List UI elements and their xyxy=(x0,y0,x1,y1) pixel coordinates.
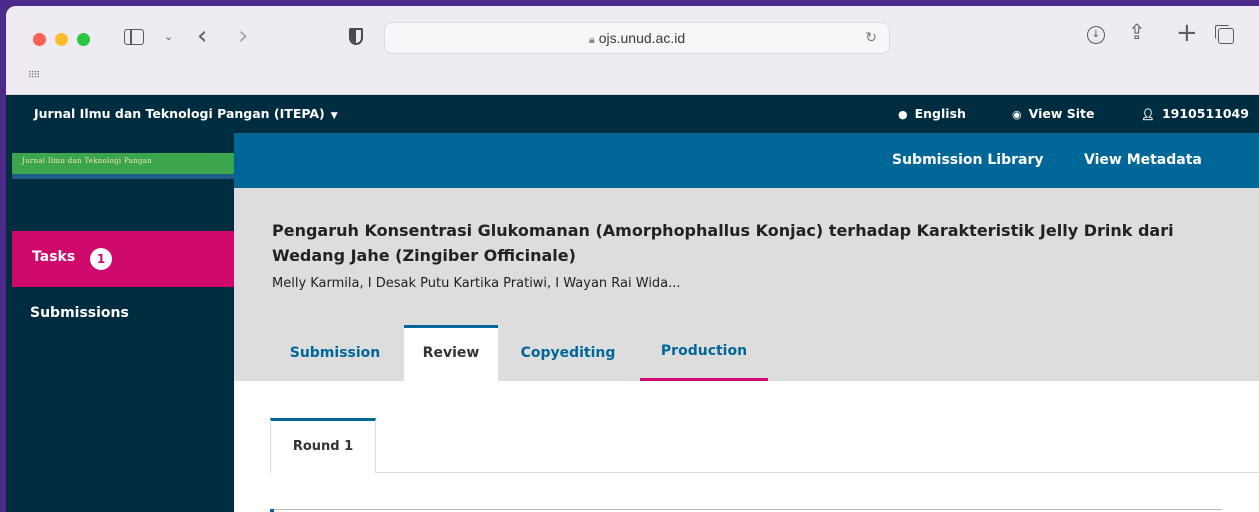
submission-actions-bar: Submission Library View Metadata xyxy=(234,133,1259,188)
round-tabs-divider xyxy=(270,472,1259,473)
minimize-window-button[interactable] xyxy=(55,33,68,46)
user-menu[interactable]: 👤︎ 1910511049 xyxy=(1141,106,1249,121)
submission-authors: Melly Karmila, I Desak Putu Kartika Prat… xyxy=(272,276,681,291)
zoom-window-button[interactable] xyxy=(77,33,90,46)
chevron-down-icon[interactable]: ⌄ xyxy=(164,31,173,42)
caret-down-icon: ▼ xyxy=(330,111,338,121)
tab-production[interactable]: Production xyxy=(640,325,768,381)
tab-submission[interactable]: Submission xyxy=(274,325,396,381)
sidebar-item-tasks[interactable]: Tasks 1 xyxy=(12,231,234,287)
journal-switcher[interactable]: Jurnal Ilmu dan Teknologi Pangan (ITEPA)… xyxy=(34,106,338,121)
reload-icon[interactable]: ↻ xyxy=(865,30,877,46)
lock-icon: 🔒︎ xyxy=(588,34,595,46)
view-metadata-link[interactable]: View Metadata xyxy=(1084,152,1202,168)
browser-toolbar: ⌄ ‹ › 🔒︎ ojs.unud.ac.id ↻ ↓ ⇪ + ⠿⠿ xyxy=(6,6,1259,95)
submission-library-link[interactable]: Submission Library xyxy=(892,152,1044,168)
sidebar-item-label: Tasks xyxy=(32,249,76,265)
journal-logo[interactable]: Jurnal Ilmu dan Teknologi Pangan xyxy=(12,153,234,179)
journal-name: Jurnal Ilmu dan Teknologi Pangan (ITEPA) xyxy=(34,106,325,121)
view-site-link[interactable]: ◉ View Site xyxy=(1012,106,1094,121)
tab-copyediting[interactable]: Copyediting xyxy=(510,325,626,381)
sidebar-item-submissions[interactable]: Submissions xyxy=(30,305,129,321)
username: 1910511049 xyxy=(1161,106,1249,121)
view-site-label: View Site xyxy=(1028,106,1095,121)
site-header: Jurnal Ilmu dan Teknologi Pangan (ITEPA)… xyxy=(6,95,1259,133)
download-icon[interactable]: ↓ xyxy=(1087,26,1105,44)
logo-text: Jurnal Ilmu dan Teknologi Pangan xyxy=(22,157,153,165)
tab-review[interactable]: Review xyxy=(404,325,498,381)
share-icon[interactable]: ⇪ xyxy=(1128,22,1146,43)
close-window-button[interactable] xyxy=(33,33,46,46)
submission-title: Pengaruh Konsentrasi Glukomanan (Amorpho… xyxy=(272,221,1174,265)
user-icon: 👤︎ xyxy=(1141,108,1155,121)
url-text: ojs.unud.ac.id xyxy=(598,30,686,46)
address-bar[interactable]: 🔒︎ ojs.unud.ac.id ↻ xyxy=(384,22,890,54)
shield-icon[interactable] xyxy=(349,28,363,45)
eye-icon: ◉ xyxy=(1012,108,1022,121)
language-label: English xyxy=(914,106,966,121)
back-icon[interactable]: ‹ xyxy=(197,23,207,49)
globe-icon: ● xyxy=(898,108,908,121)
apps-grid-icon[interactable]: ⠿⠿ xyxy=(28,72,40,81)
browser-window: ⌄ ‹ › 🔒︎ ojs.unud.ac.id ↻ ↓ ⇪ + ⠿⠿ Jurnal… xyxy=(6,6,1259,512)
url-display: 🔒︎ ojs.unud.ac.id xyxy=(385,30,889,47)
language-menu[interactable]: ● English xyxy=(898,106,966,121)
tabs-overview-icon[interactable] xyxy=(1218,28,1234,44)
sidebar-toggle-icon[interactable] xyxy=(124,29,144,45)
review-content: Round 1 xyxy=(234,381,1259,512)
new-tab-icon[interactable]: + xyxy=(1176,20,1198,46)
sidebar: Jurnal Ilmu dan Teknologi Pangan Tasks 1… xyxy=(6,133,234,512)
task-count-badge: 1 xyxy=(90,248,112,270)
submission-header: Pengaruh Konsentrasi Glukomanan (Amorpho… xyxy=(234,188,1259,381)
forward-icon[interactable]: › xyxy=(238,23,248,49)
tab-round-1[interactable]: Round 1 xyxy=(270,418,376,473)
